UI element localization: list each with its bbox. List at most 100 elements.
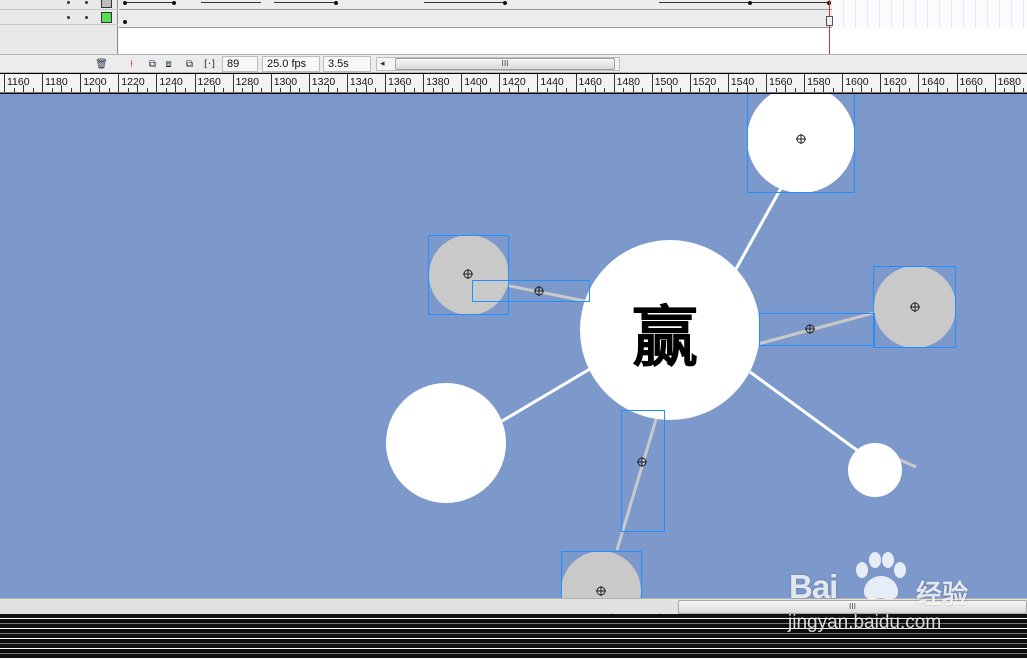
center-frame-icon[interactable]: ⍿ [125, 58, 138, 70]
ruler-label: 1480 [616, 76, 640, 88]
onion-outline-icon[interactable]: ⧈ [162, 58, 175, 70]
ruler-minor-tick [242, 88, 244, 92]
ruler-minor-tick [604, 88, 606, 92]
ruler-minor-tick [451, 88, 453, 92]
lock-dot-icon[interactable] [85, 1, 88, 4]
ruler-major-tick [118, 74, 120, 92]
ruler-minor-tick [127, 88, 129, 92]
visibility-dot-icon[interactable] [67, 1, 70, 4]
ruler-label: 1260 [197, 76, 221, 88]
layer-color-swatch[interactable] [101, 0, 112, 8]
window-bottom-edge [0, 614, 1027, 659]
node-circle-left[interactable] [386, 383, 506, 503]
stage-canvas[interactable]: 赢 [0, 94, 1027, 598]
ruler-minor-tick [1023, 88, 1025, 92]
edit-multiple-frames-icon[interactable]: ⧉ [183, 58, 196, 70]
ruler-major-tick [194, 74, 196, 92]
tween-arrow [127, 2, 173, 3]
ruler-label: 1520 [692, 76, 717, 88]
ruler-label: 1600 [845, 76, 869, 88]
ruler-minor-tick [661, 88, 663, 92]
onion-skin-icon[interactable]: ⧉ [146, 58, 159, 70]
ruler-minor-tick [356, 88, 358, 92]
keyframe-icon[interactable] [172, 1, 176, 5]
ruler-minor-tick [204, 88, 206, 92]
current-frame-field[interactable]: 89 [222, 56, 258, 72]
ruler-label: 1420 [502, 76, 526, 88]
connector-line[interactable] [501, 364, 596, 423]
ruler-major-tick [918, 74, 920, 92]
ruler-major-tick [42, 74, 44, 92]
crosshair-icon[interactable] [534, 286, 544, 296]
ruler-minor-tick [146, 88, 148, 92]
ruler-label: 1200 [83, 76, 107, 88]
ruler-minor-tick [337, 88, 339, 92]
stage-bottom-bar: III ▾ [0, 598, 1027, 621]
ruler-label: 1680 [997, 76, 1021, 88]
ruler-minor-tick [280, 88, 282, 92]
node-circle-gray-left[interactable] [429, 235, 509, 315]
ruler-minor-tick [794, 88, 796, 92]
empty-frames-grid[interactable] [832, 0, 1027, 27]
ruler-minor-tick [51, 88, 53, 92]
frame-row[interactable] [119, 10, 832, 28]
layer-row[interactable] [0, 11, 118, 25]
tween-arrow [752, 2, 828, 3]
ruler-major-tick [842, 74, 844, 92]
modify-markers-icon[interactable]: [·] [203, 58, 216, 70]
connector-line-gray[interactable] [615, 415, 659, 551]
ruler-minor-tick [870, 88, 872, 92]
timeline-scrollbar[interactable]: ◂ III [376, 57, 620, 71]
ruler-major-tick [4, 74, 5, 92]
ruler-label: 1160 [7, 76, 30, 88]
ruler-major-tick [346, 74, 348, 92]
layer-color-swatch[interactable] [101, 12, 112, 23]
ruler-major-tick [461, 74, 463, 92]
connector-line-gray[interactable] [499, 282, 591, 304]
ruler-minor-tick [394, 88, 396, 92]
ruler-label: 1560 [769, 76, 793, 88]
trash-icon[interactable]: 🗑 [95, 58, 108, 70]
ruler-minor-tick [13, 88, 15, 92]
ruler-minor-tick [318, 88, 320, 92]
scroll-thumb[interactable]: III [395, 58, 615, 70]
ruler-major-tick [613, 74, 615, 92]
ruler-label: 1500 [654, 76, 679, 88]
keyframe-icon[interactable] [334, 1, 338, 5]
playhead[interactable] [829, 0, 830, 54]
stage-drawing: 赢 [386, 94, 956, 598]
ruler-minor-tick [108, 88, 110, 92]
frame-rate-field[interactable]: 25.0 fps [262, 56, 320, 72]
frame-row[interactable] [119, 0, 832, 10]
ruler-major-tick [766, 74, 767, 92]
ruler-minor-tick [623, 88, 625, 92]
timeline-panel [0, 0, 1027, 54]
node-circle-small[interactable] [848, 443, 902, 497]
ruler-label: 1380 [426, 76, 450, 88]
ruler-label: 1640 [921, 76, 945, 88]
frame-area[interactable] [119, 0, 1027, 54]
ruler-minor-tick [432, 88, 434, 92]
visibility-dot-icon[interactable] [67, 16, 70, 19]
ruler-minor-tick [642, 88, 644, 92]
connector-line-gray[interactable] [757, 310, 878, 346]
layer-row[interactable] [0, 0, 118, 10]
ruler-major-tick [880, 74, 882, 92]
ruler-minor-tick [413, 88, 415, 92]
ruler-label: 1340 [349, 76, 374, 88]
ruler-label: 1660 [959, 76, 983, 88]
stage-horizontal-scrollbar[interactable]: III [678, 600, 1027, 614]
ruler-minor-tick [223, 88, 225, 92]
ruler-label: 1320 [311, 76, 336, 88]
layer-list [0, 0, 118, 54]
keyframe-icon[interactable] [503, 1, 507, 5]
tween-arrow [274, 2, 334, 3]
lock-dot-icon[interactable] [85, 16, 88, 19]
ruler-major-tick [156, 74, 158, 92]
keyframe-icon[interactable] [123, 20, 127, 24]
scroll-left-icon[interactable]: ◂ [380, 58, 385, 70]
ruler-minor-tick [184, 88, 186, 92]
playhead-frame-marker[interactable] [826, 16, 833, 26]
ruler-label: 1280 [235, 76, 259, 88]
ruler-minor-tick [889, 88, 891, 92]
